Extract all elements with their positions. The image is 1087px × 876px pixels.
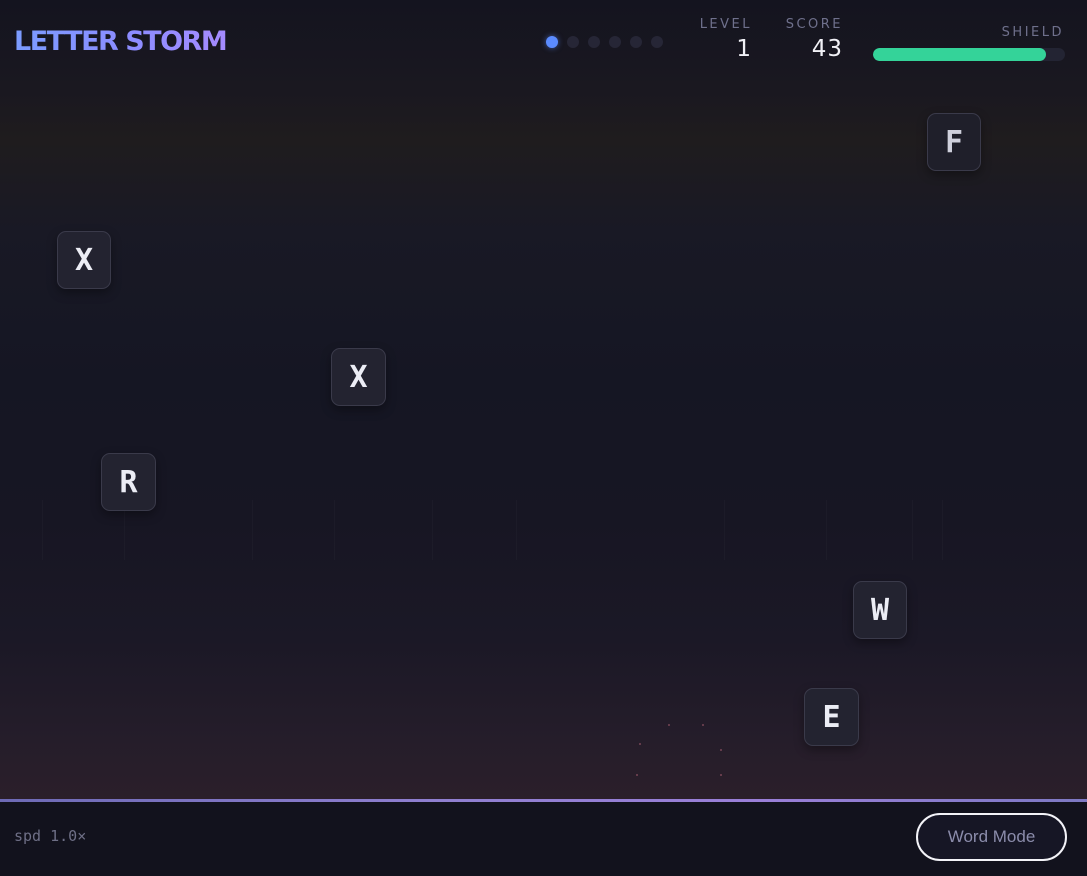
lane-line	[724, 500, 725, 560]
footer-bar: spd 1.0× Word Mode	[0, 802, 1087, 876]
lane-line	[942, 500, 943, 560]
progress-dot	[630, 36, 642, 48]
falling-letter-tile: F	[927, 113, 981, 171]
level-progress-dots	[546, 36, 663, 48]
score-value: 43	[811, 36, 843, 62]
falling-letter-tile: E	[804, 688, 859, 746]
lane-line	[42, 500, 43, 560]
lane-guides	[0, 500, 1087, 570]
particle	[639, 743, 641, 745]
lane-line	[912, 500, 913, 560]
particle	[636, 774, 638, 776]
particle	[702, 724, 704, 726]
lane-line	[252, 500, 253, 560]
progress-dot	[588, 36, 600, 48]
progress-dot	[609, 36, 621, 48]
falling-letter-tile: X	[331, 348, 386, 406]
shield-bar-fill	[873, 48, 1046, 61]
score-label: SCORE	[785, 17, 843, 32]
word-mode-button[interactable]: Word Mode	[916, 813, 1067, 861]
game-title: LETTER STORM	[14, 26, 228, 57]
speed-indicator: spd 1.0×	[14, 827, 87, 845]
game-screen: LETTER STORM LEVEL 1 SCORE 43 SHIELD F X…	[0, 0, 1087, 876]
falling-letter-tile: R	[101, 453, 156, 511]
progress-dot	[546, 36, 558, 48]
shield-bar	[873, 48, 1065, 61]
level-label: LEVEL	[699, 17, 752, 32]
lane-line	[826, 500, 827, 560]
progress-dot	[651, 36, 663, 48]
score-stat: SCORE 43	[778, 17, 843, 62]
lane-line	[432, 500, 433, 560]
shield-label: SHIELD	[1001, 25, 1064, 40]
falling-letter-tile: W	[853, 581, 907, 639]
particle	[720, 749, 722, 751]
level-stat: LEVEL 1	[690, 17, 752, 62]
lane-line	[334, 500, 335, 560]
progress-dot	[567, 36, 579, 48]
particle	[720, 774, 722, 776]
level-value: 1	[736, 36, 752, 62]
falling-letter-tile: X	[57, 231, 111, 289]
lane-line	[516, 500, 517, 560]
particle	[668, 724, 670, 726]
